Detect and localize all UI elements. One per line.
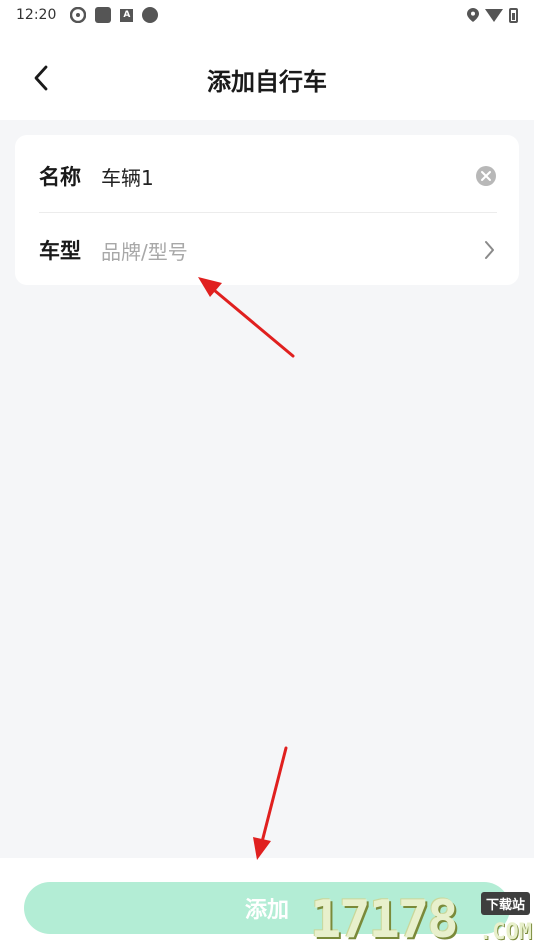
type-select[interactable]: 品牌/型号 [101, 236, 481, 265]
sync-icon [70, 7, 87, 23]
watermark-tag: 下载站 [480, 892, 530, 915]
name-input[interactable]: 车辆1 [101, 162, 475, 191]
wifi-icon [485, 8, 503, 22]
watermark-logo: 17178 下载站 .COM [310, 890, 534, 950]
back-button[interactable] [24, 60, 60, 96]
app-circle-icon [142, 7, 159, 23]
page-title: 添加自行车 [207, 68, 327, 96]
battery-icon [509, 7, 518, 23]
watermark-number: 17178 [310, 890, 459, 950]
type-label: 车型 [39, 239, 81, 263]
annotation-arrow-top [198, 277, 295, 358]
clear-icon[interactable] [475, 165, 497, 187]
chevron-right-icon [485, 241, 494, 259]
app-square-icon [95, 7, 112, 23]
notification-icons: A [70, 7, 159, 23]
type-row[interactable]: 车型 品牌/型号 [39, 213, 497, 287]
system-icons [467, 7, 518, 23]
name-label: 名称 [39, 165, 81, 189]
annotation-arrow-bottom [253, 746, 288, 860]
name-row: 名称 车辆1 [39, 139, 497, 213]
watermark-suffix: .COM [479, 920, 532, 945]
status-time: 12:20 [16, 7, 57, 23]
status-bar: 12:20 A [0, 0, 534, 30]
chevron-left-icon [34, 65, 48, 91]
app-a-icon: A [120, 8, 134, 22]
bike-form-card: 名称 车辆1 车型 品牌/型号 [15, 135, 519, 285]
location-icon [467, 8, 479, 22]
nav-bar: 添加自行车 [0, 40, 534, 116]
